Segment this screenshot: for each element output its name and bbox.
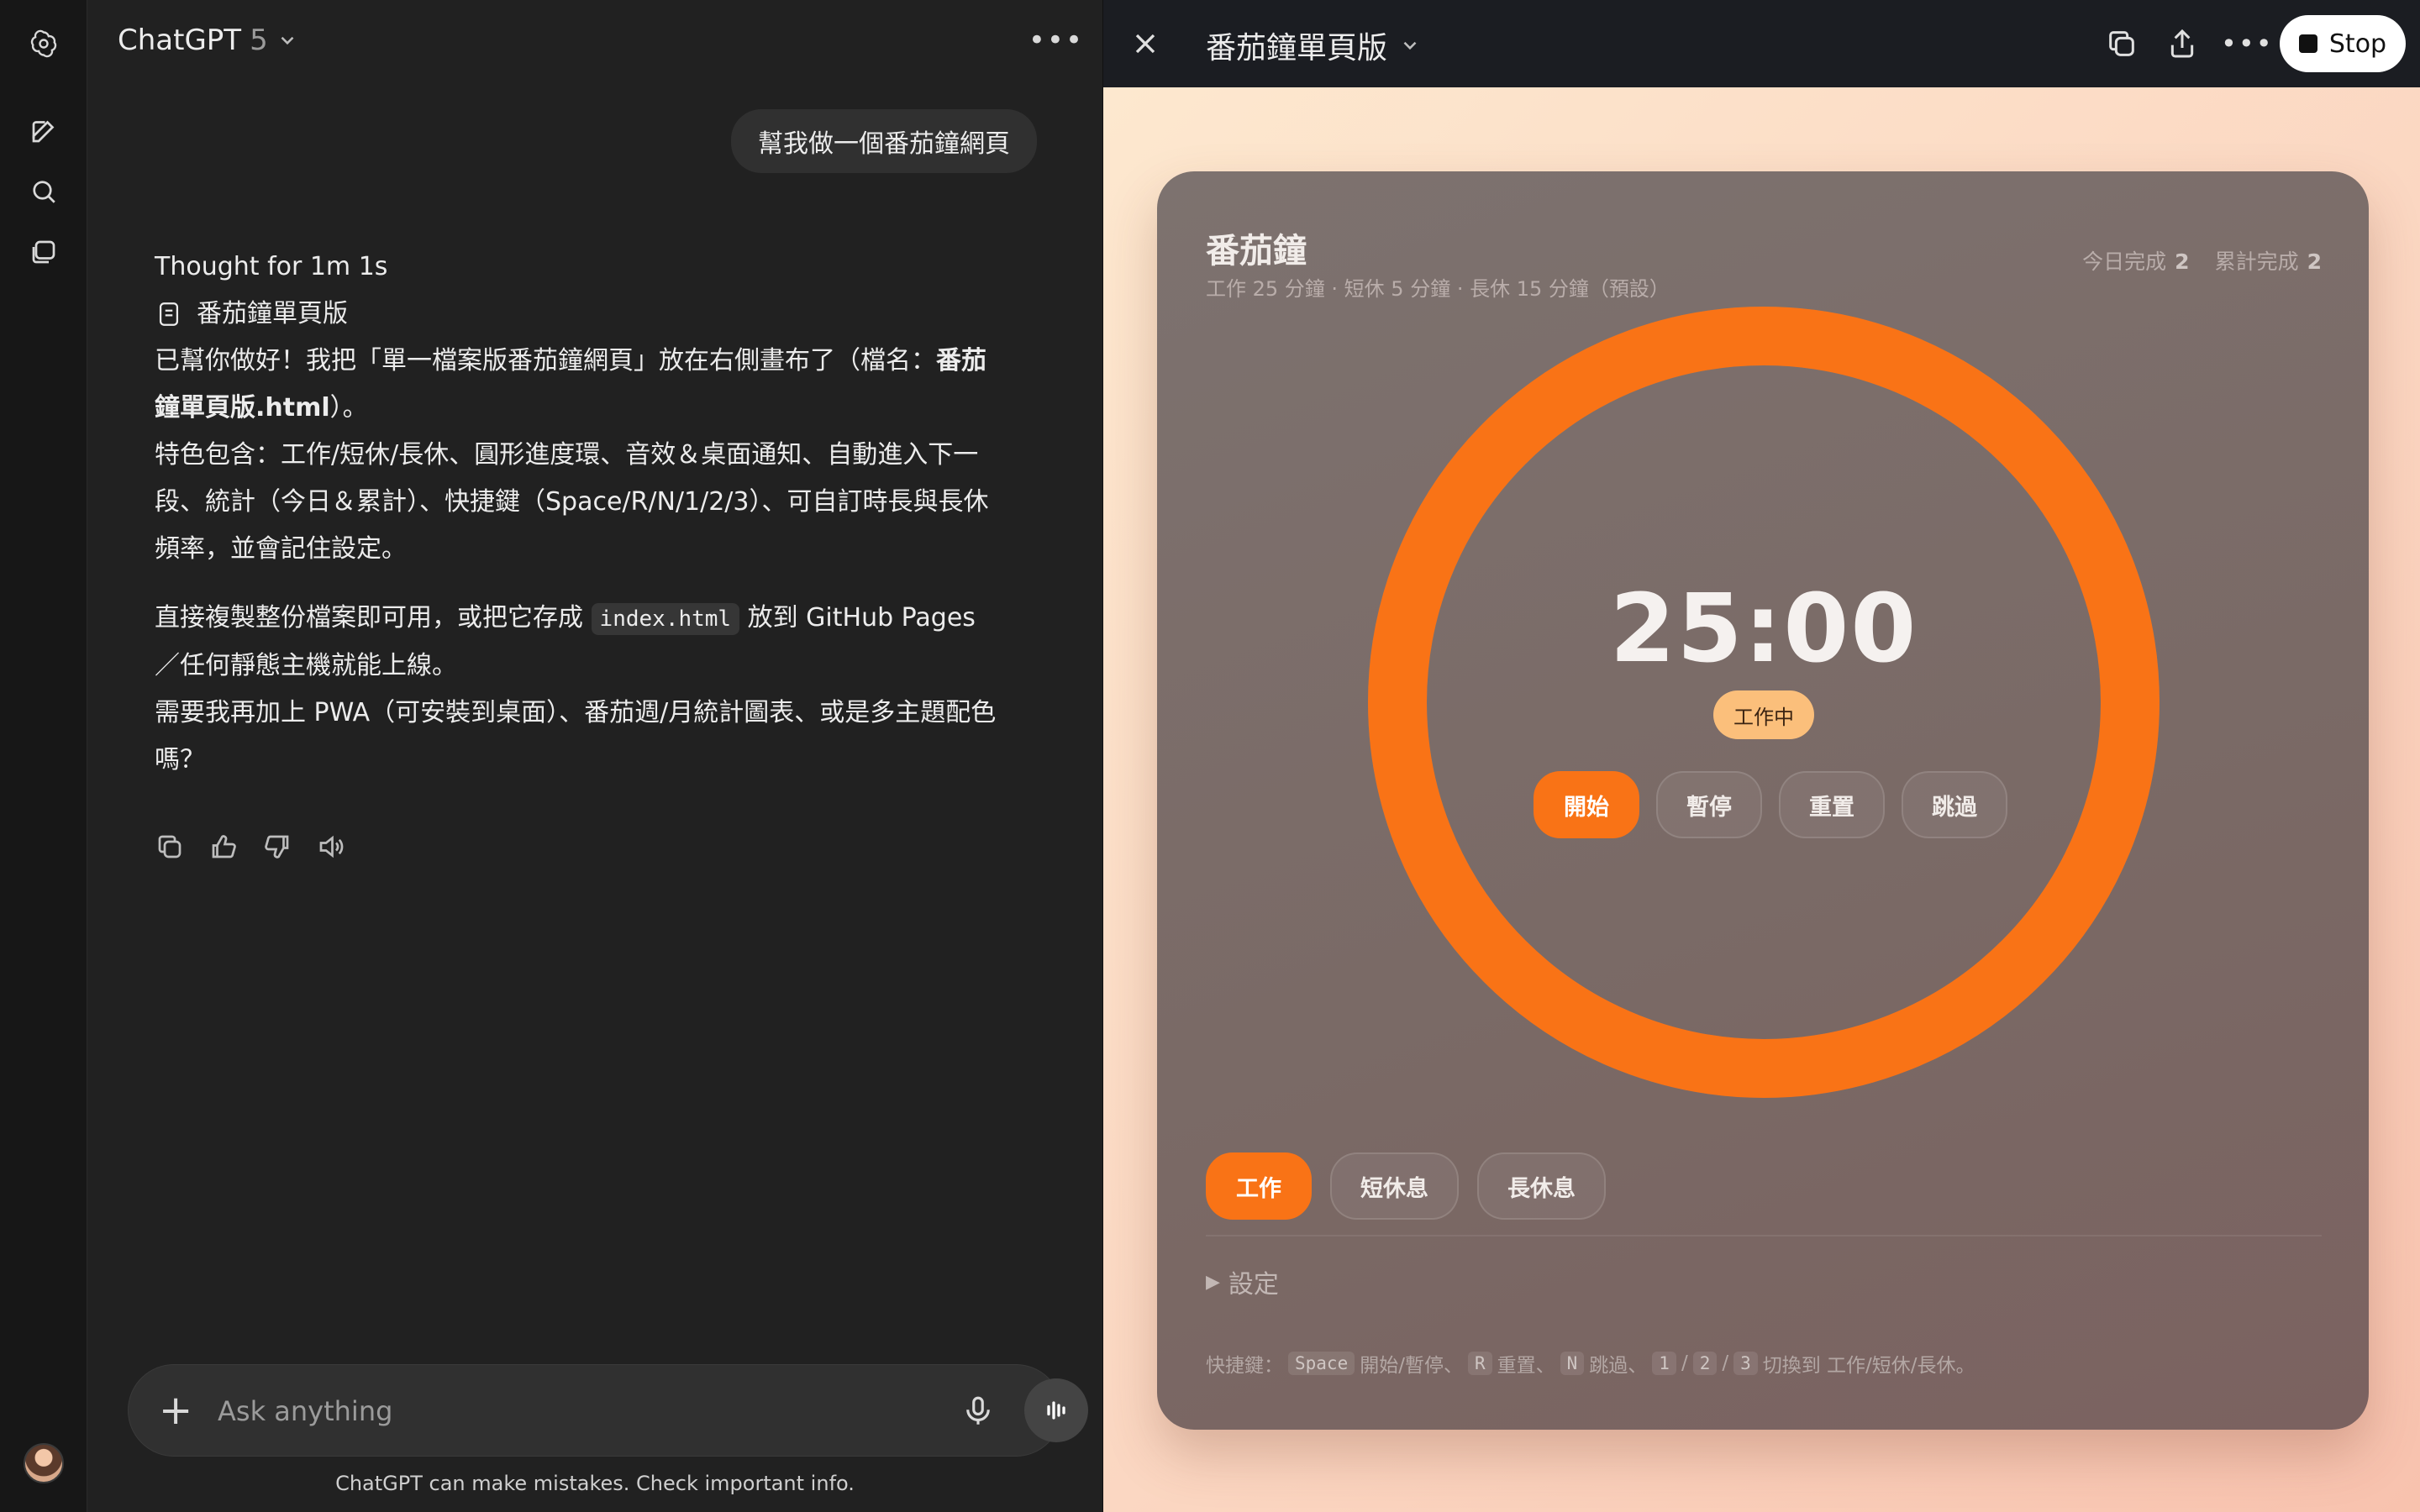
hint-text: 重置、 (1497, 1355, 1555, 1377)
user-message: 幫我做一個番茄鐘網頁 (731, 109, 1037, 173)
mode-long-break[interactable]: 長休息 (1477, 1152, 1606, 1220)
answer-paragraph-1: 已幫你做好！我把「單一檔案版番茄鐘網頁」放在右側畫布了（檔名：番茄鐘單頁版.ht… (155, 338, 1003, 432)
read-aloud-icon[interactable] (316, 832, 346, 862)
message-actions (155, 832, 346, 862)
pomodoro-subtitle: 工作 25 分鐘 · 短休 5 分鐘 · 長休 15 分鐘（預設） (1206, 277, 1670, 301)
hint-text: 快捷鍵： (1206, 1355, 1283, 1377)
pomodoro-card: 番茄鐘 工作 25 分鐘 · 短休 5 分鐘 · 長休 15 分鐘（預設） 今日… (1157, 171, 2369, 1430)
copy-icon[interactable] (155, 832, 185, 862)
total-stat: 累計完成 2 (2215, 245, 2322, 276)
more-icon[interactable]: ••• (2221, 27, 2272, 60)
canvas-title[interactable]: 番茄鐘單頁版 (1206, 24, 1421, 67)
share-icon[interactable] (2165, 27, 2199, 60)
prompt-input[interactable] (218, 1389, 890, 1434)
canvas-toolbar: 番茄鐘單頁版 ••• Stop (1103, 0, 2420, 87)
mode-short-break[interactable]: 短休息 (1330, 1152, 1459, 1220)
answer-text: 直接複製整份檔案即可用，或把它存成 (155, 603, 592, 633)
mic-icon[interactable] (960, 1394, 996, 1429)
stop-label: Stop (2328, 29, 2387, 59)
thumbs-down-icon[interactable] (262, 832, 292, 862)
chat-panel: ChatGPT 5 ••• 幫我做一個番茄鐘網頁 Thought for 1m … (87, 0, 1102, 1512)
time-display: 25:00 (1609, 575, 1918, 684)
key-r: R (1467, 1352, 1492, 1375)
openai-logo-icon[interactable] (25, 25, 62, 62)
document-icon (159, 302, 179, 326)
today-label: 今日完成 (2082, 249, 2167, 274)
model-selector[interactable]: ChatGPT 5 (118, 24, 298, 57)
avatar[interactable] (24, 1443, 64, 1483)
model-version: 5 (250, 24, 268, 57)
state-badge: 工作中 (1713, 690, 1814, 739)
today-value: 2 (2175, 249, 2190, 274)
file-name: 番茄鐘單頁版 (197, 299, 348, 328)
assistant-message: Thought for 1m 1s 番茄鐘單頁版 已幫你做好！我把「單一檔案版番… (155, 244, 1003, 784)
today-stat: 今日完成 2 (2082, 245, 2189, 276)
start-button[interactable]: 開始 (1534, 771, 1639, 838)
plus-icon[interactable]: + (159, 1387, 192, 1434)
mode-tabs: 工作 短休息 長休息 (1206, 1152, 1606, 1220)
copy-icon[interactable] (2105, 27, 2139, 60)
answer-text: 已幫你做好！我把「單一檔案版番茄鐘網頁」放在右側畫布了（檔名： (155, 346, 936, 375)
pause-button[interactable]: 暫停 (1656, 771, 1762, 838)
hint-text: 跳過、 (1589, 1355, 1648, 1377)
composer: + (128, 1364, 1088, 1457)
thumbs-up-icon[interactable] (208, 832, 239, 862)
key-3: 3 (1733, 1352, 1758, 1375)
hint-text: 開始/暫停、 (1360, 1355, 1463, 1377)
disclaimer: ChatGPT can make mistakes. Check importa… (335, 1472, 855, 1495)
chevron-down-icon (281, 36, 294, 45)
shortcut-hint: 快捷鍵： Space 開始/暫停、 R 重置、 N 跳過、 1 / 2 / 3 … (1206, 1349, 1975, 1378)
divider (1206, 1235, 2322, 1236)
total-label: 累計完成 (2214, 249, 2299, 274)
thought-duration[interactable]: Thought for 1m 1s (155, 244, 1003, 291)
hint-text: 切換到 工作/短休/長休。 (1762, 1355, 1975, 1377)
preview-stage: 番茄鐘 工作 25 分鐘 · 短休 5 分鐘 · 長休 15 分鐘（預設） 今日… (1103, 87, 2420, 1512)
voice-mode-icon (1047, 1401, 1065, 1420)
answer-text: ）。 (329, 393, 368, 423)
key-space: Space (1288, 1352, 1355, 1375)
hint-text: / (1681, 1352, 1688, 1374)
key-n: N (1560, 1352, 1585, 1375)
settings-label: 設定 (1228, 1270, 1279, 1299)
canvas-title-text: 番茄鐘單頁版 (1206, 31, 1388, 66)
answer-paragraph-2: 特色包含：工作/短休/長休、圓形進度環、音效＆桌面通知、自動進入下一段、統計（今… (155, 440, 989, 564)
voice-mode-button[interactable] (1024, 1378, 1088, 1442)
chevron-down-icon (1403, 41, 1417, 50)
canvas-file-link[interactable]: 番茄鐘單頁版 (155, 291, 1003, 338)
stop-icon (2298, 34, 2317, 53)
pomodoro-title: 番茄鐘 (1206, 232, 1307, 270)
hint-text: / (1722, 1352, 1729, 1374)
answer-paragraph-3: 直接複製整份檔案即可用，或把它存成 index.html 放到 GitHub P… (155, 595, 1003, 690)
new-chat-icon[interactable] (25, 113, 62, 150)
canvas-panel: 番茄鐘單頁版 ••• Stop 番茄鐘 工作 25 分鐘 · 短休 5 分鐘 ·… (1102, 0, 2420, 1512)
inline-code: index.html (591, 603, 740, 635)
key-1: 1 (1652, 1352, 1676, 1375)
answer-paragraph-4: 需要我再加上 PWA（可安裝到桌面）、番茄週/月統計圖表、或是多主題配色嗎？ (155, 698, 997, 774)
skip-button[interactable]: 跳過 (1902, 771, 2007, 838)
close-icon[interactable] (1128, 27, 1162, 60)
left-rail (0, 0, 87, 1512)
key-2: 2 (1692, 1352, 1718, 1375)
stop-button[interactable]: Stop (2280, 15, 2406, 72)
settings-toggle[interactable]: ▶ 設定 (1206, 1263, 1279, 1300)
mode-work[interactable]: 工作 (1206, 1152, 1312, 1220)
reset-button[interactable]: 重置 (1779, 771, 1885, 838)
search-icon[interactable] (25, 173, 62, 210)
caret-right-icon: ▶ (1206, 1271, 1220, 1293)
timer-controls: 開始 暫停 重置 跳過 (1534, 771, 2007, 838)
library-icon[interactable] (25, 234, 62, 270)
progress-ring: 25:00 工作中 開始 暫停 重置 跳過 (1367, 306, 2160, 1099)
more-icon[interactable]: ••• (1028, 24, 1084, 57)
stats: 今日完成 2 累計完成 2 (2082, 245, 2322, 276)
app-name: ChatGPT (118, 24, 242, 57)
total-value: 2 (2307, 249, 2322, 274)
